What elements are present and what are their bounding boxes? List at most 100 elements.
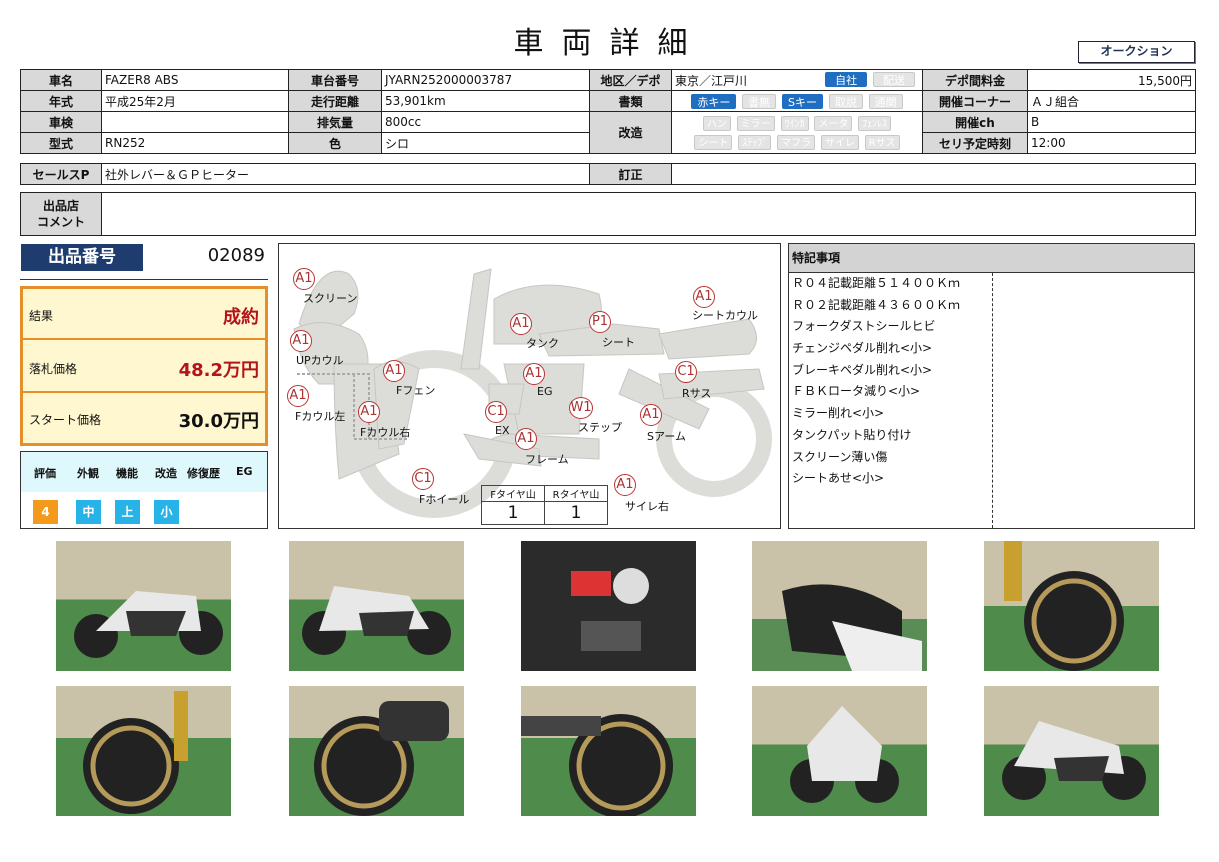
depo-fee-label: デポ間料金: [922, 69, 1028, 91]
correction-value: [671, 163, 1196, 185]
vehicle-photo[interactable]: [984, 686, 1159, 816]
vehicle-photo[interactable]: [289, 541, 464, 671]
vehicle-photo[interactable]: [984, 541, 1159, 671]
transport-delivery-tag: 配送: [873, 71, 915, 87]
damage-mark-ffender: A1: [383, 360, 405, 382]
part-label: EX: [495, 424, 510, 437]
eval-modification-badge: 小: [154, 500, 179, 524]
color-label: 色: [288, 132, 382, 154]
evaluation-header: 評価 外観 機能 改造 修復歴 EG: [21, 452, 267, 492]
docs-tag: 赤キー: [691, 93, 737, 109]
evaluation-box: 評価 外観 機能 改造 修復歴 EG 4 中 上 小: [20, 451, 268, 529]
vehicle-photo[interactable]: [56, 686, 231, 816]
mod-label: 改造: [589, 111, 672, 154]
transport-own-tag: 自社: [825, 71, 868, 87]
eval-header: EG: [236, 465, 253, 478]
vehicle-info-table: 車名 FAZER8 ABS 車台番号 JYARN252000003787 地区／…: [20, 69, 1196, 154]
sales-value: 社外レバー＆ＧＰヒーター: [101, 163, 590, 185]
mod-tag: Rサス: [864, 134, 900, 150]
result-row: 結果 成約: [23, 289, 265, 340]
mod-tag: サイレ: [820, 134, 859, 150]
damage-mark-seatcowl: A1: [693, 286, 715, 308]
part-label: Fホイール: [419, 493, 470, 506]
eval-header: 改造: [155, 467, 177, 480]
region-value: 東京／江戸川: [675, 73, 748, 88]
damage-mark-tank: A1: [510, 313, 532, 335]
damage-mark-frame: A1: [515, 428, 537, 450]
vehicle-photo[interactable]: [521, 541, 696, 671]
tire-rear-value: 1: [544, 501, 608, 525]
start-price-label: スタート価格: [29, 413, 102, 427]
corner-value: ＡＪ組合: [1027, 90, 1196, 112]
mileage-label: 走行距離: [288, 90, 382, 112]
damage-mark-fcowl-left: A1: [287, 385, 309, 407]
docs-tag: 取説: [828, 93, 863, 109]
mod-tags: ハン ミラー ｳｲﾝｶ メータ ﾌｪﾝﾚｽ シート ｽﾃｯﾌﾟ マフラ サイレ …: [671, 111, 923, 154]
docs-tag: 通関: [868, 93, 903, 109]
year-value: 平成25年2月: [101, 90, 289, 112]
eval-header: 外観: [77, 467, 99, 480]
comment-value: [101, 192, 1196, 236]
mod-tag: ミラー: [736, 115, 775, 131]
comment-table: 出品店 コメント: [20, 192, 1196, 236]
displacement-label: 排気量: [288, 111, 382, 133]
divider: [20, 279, 268, 280]
damage-mark-swingarm: A1: [640, 404, 662, 426]
color-value: シロ: [381, 132, 590, 154]
damage-mark-upcowl: A1: [290, 330, 312, 352]
correction-label: 訂正: [589, 163, 672, 185]
schedule-label: セリ予定時刻: [922, 132, 1028, 154]
displacement-value: 800cc: [381, 111, 590, 133]
result-value: 成約: [223, 307, 259, 328]
vehicle-photo[interactable]: [521, 686, 696, 818]
special-notes: 特記事項 Ｒ０４記載距離５１４００Ｋｍ Ｒ０２記載距離４３６００Ｋｍ フォークダ…: [788, 243, 1195, 529]
part-label: Fフェン: [396, 384, 436, 397]
part-label: Sアーム: [647, 430, 686, 443]
region-cell: 東京／江戸川 自社 配送: [671, 69, 923, 91]
depo-fee: 15,500円: [1027, 69, 1196, 91]
damage-diagram: A1 スクリーン A1 UPカウル A1 Fカウル左 A1 Fカウル右 A1 F…: [278, 243, 781, 529]
vehicle-photo[interactable]: [752, 686, 927, 816]
start-price-row: スタート価格 30.0万円: [23, 393, 265, 444]
part-label: Rサス: [682, 387, 712, 400]
notes-header: 特記事項: [789, 244, 1194, 273]
part-label: Fカウル左: [295, 410, 346, 423]
corner-label: 開催コーナー: [922, 90, 1028, 112]
eval-header: 評価: [34, 467, 56, 480]
start-price: 30.0万円: [178, 411, 259, 432]
model-value: RN252: [101, 132, 289, 154]
listing-number-box: 出品番号 02089: [20, 243, 268, 281]
docs-tags: 赤キー 書無 Sキー 取説 通関: [671, 90, 923, 112]
inspection-value: [101, 111, 289, 133]
eval-score-badge: 4: [33, 500, 58, 524]
comment-label: 出品店 コメント: [20, 192, 102, 236]
vehicle-photo[interactable]: [56, 541, 231, 671]
auction-button[interactable]: オークション: [1078, 41, 1195, 63]
part-label: シート: [602, 336, 635, 349]
tire-front-value: 1: [481, 501, 545, 525]
docs-tag: Sキー: [782, 93, 823, 109]
inspection-label: 車検: [20, 111, 102, 133]
mod-tag: シート: [694, 134, 733, 150]
part-label: UPカウル: [296, 354, 344, 367]
vehicle-photo[interactable]: [752, 541, 927, 671]
listing-number-label: 出品番号: [21, 244, 143, 271]
result-label: 結果: [29, 309, 54, 323]
frame-number: JYARN252000003787: [381, 69, 590, 91]
damage-mark-fwheel: C1: [412, 468, 434, 490]
name-label: 車名: [20, 69, 102, 91]
docs-label: 書類: [589, 90, 672, 112]
page-title: 車両詳細: [513, 26, 706, 61]
winning-price-row: 落札価格 48.2万円: [23, 342, 265, 393]
damage-mark-exhaust: C1: [485, 401, 507, 423]
vehicle-photo[interactable]: [289, 686, 464, 816]
part-label: サイレ右: [625, 500, 669, 513]
result-box: 結果 成約 落札価格 48.2万円 スタート価格 30.0万円: [20, 286, 268, 446]
eval-function-badge: 上: [115, 500, 140, 524]
mod-tag: ハン: [702, 115, 731, 131]
eval-header: 機能: [116, 467, 138, 480]
damage-mark-fcowl-right: A1: [358, 401, 380, 423]
part-label: フレーム: [525, 453, 569, 466]
damage-mark-step: W1: [569, 397, 593, 419]
winning-price-label: 落札価格: [29, 362, 78, 376]
